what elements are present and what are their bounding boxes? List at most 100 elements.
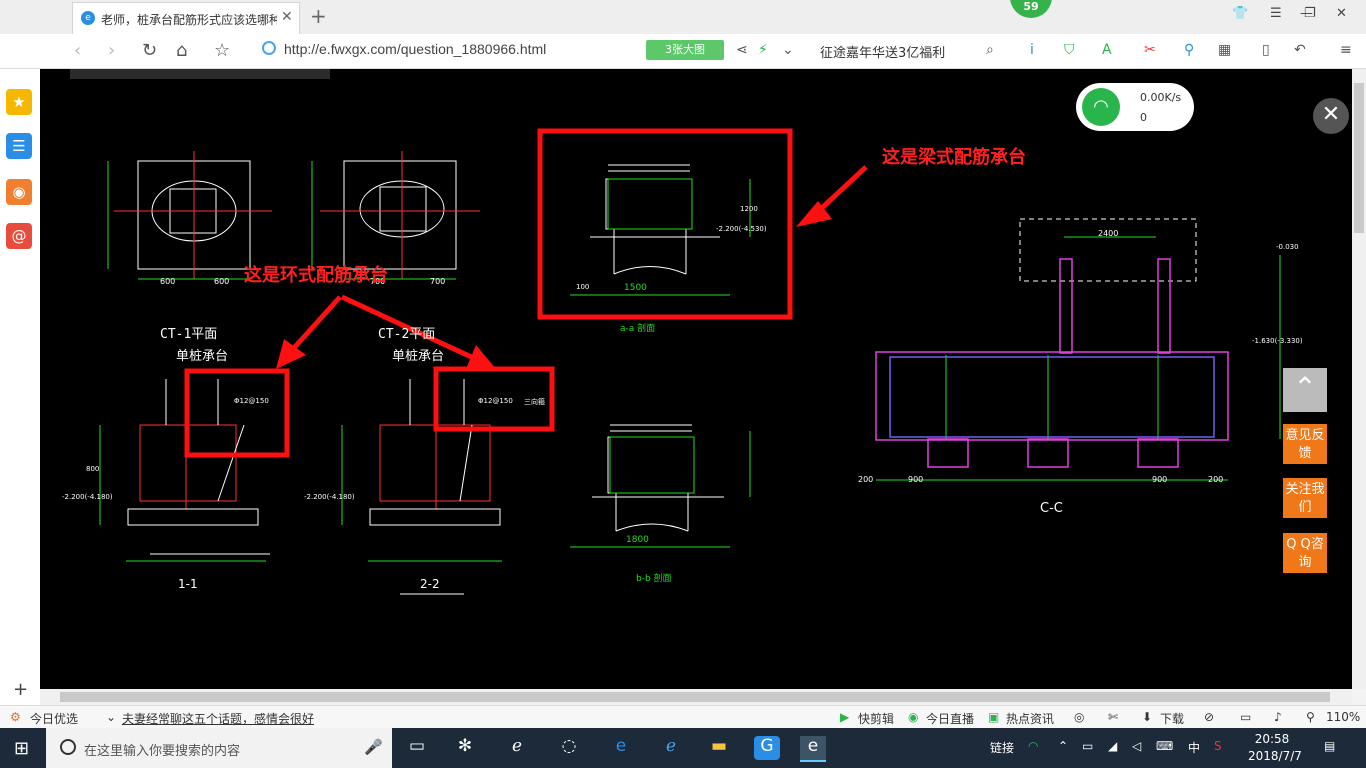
spiral-icon[interactable]: ◌ [556, 736, 582, 760]
rebar-label-2: Φ12@150 [478, 397, 513, 405]
maximize-icon[interactable]: ❐ [1304, 6, 1316, 21]
favorites-icon[interactable]: ★ [6, 89, 32, 115]
favorite-star-icon[interactable]: ☆ [214, 40, 230, 61]
search-placeholder: 在这里输入你要搜索的内容 [84, 744, 241, 759]
clock-time: 20:58 [1254, 732, 1290, 746]
volume-icon[interactable]: ♪ [1274, 710, 1282, 724]
block-icon[interactable]: ⊘ [1204, 710, 1214, 724]
back-icon[interactable]: ‹ [74, 40, 81, 61]
edge-e-icon[interactable]: ℯ [504, 736, 530, 760]
tray-chevron-icon[interactable]: ⌃ [1058, 739, 1068, 753]
dim-2400: 2400 [1098, 229, 1119, 238]
dim-1500: 1500 [624, 283, 647, 293]
news-label[interactable]: 今日优选 [30, 710, 78, 727]
download-link[interactable]: 下载 [1160, 710, 1184, 727]
kuaijianji-link[interactable]: 快剪辑 [858, 710, 894, 727]
dim-600-a: 600 [160, 277, 176, 286]
viewer-close-icon[interactable]: ✕ [1313, 98, 1349, 134]
hotnews-link[interactable]: 热点资讯 [1006, 710, 1054, 727]
sidebar-add-icon[interactable]: + [13, 679, 28, 700]
sogou-icon[interactable]: S [1214, 739, 1222, 753]
mail-icon[interactable]: @ [6, 223, 32, 249]
window-menu-icon[interactable]: ☰ [1270, 6, 1282, 21]
network-icon[interactable]: ◢ [1108, 739, 1117, 753]
window-icon[interactable]: ▭ [1240, 710, 1251, 724]
feedback-button[interactable]: 意见反馈 [1283, 424, 1327, 464]
tab-title: 老师，桩承台配筋形式应该选哪种 [101, 13, 277, 27]
dim-800: 800 [86, 465, 100, 473]
window-close-icon[interactable]: ✕ [1336, 6, 1347, 21]
magnifier-icon[interactable]: ⚲ [1184, 42, 1194, 58]
360-browser-icon[interactable]: e [800, 736, 826, 762]
app-icon[interactable]: i [1030, 42, 1034, 58]
news-headline[interactable]: 夫妻经常聊这五个话题，感情会很好 [122, 710, 314, 727]
refresh-icon[interactable]: ↻ [142, 40, 157, 61]
news-icon: ⚙ [10, 710, 21, 724]
back-to-top-icon[interactable]: ⌃ [1283, 368, 1327, 412]
browser-tab[interactable]: e 老师，桩承台配筋形式应该选哪种 ✕ [72, 2, 300, 34]
search-icon[interactable]: ⌕ [986, 42, 994, 58]
scissors-icon[interactable]: ✂ [1144, 42, 1156, 58]
edge-browser-icon[interactable]: e [608, 736, 634, 760]
ime-indicator[interactable]: 中 [1188, 739, 1200, 756]
network-speed-widget[interactable]: ◠ 0.00K/s 0 [1076, 83, 1194, 131]
phone-icon[interactable]: ▯ [1262, 42, 1270, 58]
speed-mode-icon[interactable]: ⚡ [758, 42, 768, 58]
url-field[interactable]: http://e.fwxgx.com/question_1880966.html [262, 38, 642, 62]
grid-icon[interactable]: ▦ [1218, 42, 1231, 58]
horizontal-scroll-thumb[interactable] [60, 692, 1330, 702]
search-promo[interactable]: 征途嘉年华送3亿福利 [820, 42, 945, 61]
net-speed: 0.00K/s [1140, 91, 1182, 104]
system-clock[interactable]: 20:58 2018/7/7 [1248, 731, 1302, 765]
action-center-icon[interactable]: ▤ [1324, 739, 1335, 753]
undo-icon[interactable]: ↶ [1294, 42, 1306, 58]
skin-icon[interactable]: 👕 [1232, 6, 1248, 21]
translate-icon[interactable]: A [1102, 42, 1112, 58]
windows-start-icon[interactable]: ⊞ [14, 738, 29, 759]
clock-date: 2018/7/7 [1248, 749, 1302, 763]
share-icon[interactable]: ⋖ [736, 42, 748, 58]
reading-list-icon[interactable]: ☰ [6, 133, 32, 159]
tray-wifi-icon[interactable]: ◠ [1028, 739, 1038, 753]
rebar-label-3: 三向箍 [524, 398, 545, 406]
menu-icon[interactable]: ≡ [1340, 42, 1352, 58]
big-image-button[interactable]: 3张大图 [646, 40, 724, 60]
section-1-1-label: 1-1 [178, 577, 198, 591]
status-bar: ⚙ 今日优选 ⌄ 夫妻经常聊这五个话题，感情会很好 ▶ 快剪辑 ◉ 今日直播 ▣… [0, 705, 1366, 729]
vertical-scroll-thumb[interactable] [1354, 83, 1364, 233]
tab-close-icon[interactable]: ✕ [281, 9, 293, 25]
site-security-icon [262, 41, 276, 55]
chevron-down-icon[interactable]: ⌄ [782, 42, 794, 58]
zoom-level[interactable]: 110% [1326, 710, 1360, 724]
follow-us-button[interactable]: 关注我们 [1283, 478, 1327, 518]
tools-icon[interactable]: ✄ [1108, 710, 1118, 724]
keyboard-icon[interactable]: ⌨ [1156, 739, 1173, 753]
file-explorer-icon[interactable]: ▬ [706, 736, 732, 760]
new-tab-icon[interactable]: + [310, 4, 327, 28]
shield-icon[interactable]: ⛉ [1064, 42, 1075, 58]
microphone-icon[interactable]: 🎤 [364, 738, 383, 756]
compass-icon[interactable]: ◎ [1074, 710, 1084, 724]
forward-icon[interactable]: › [108, 40, 115, 61]
horizontal-scrollbar[interactable] [40, 689, 1352, 705]
link-label[interactable]: 链接 [990, 739, 1014, 756]
dim-900-b: 900 [1152, 475, 1168, 484]
ring-type-annotation: 这是环式配筋承台 [244, 265, 388, 286]
taskbar-search[interactable]: 在这里输入你要搜索的内容 🎤 [46, 728, 392, 768]
dim-700-b: 700 [430, 277, 446, 286]
address-bar: ‹ › ↻ ⌂ ☆ http://e.fwxgx.com/question_18… [0, 34, 1366, 69]
battery-icon[interactable]: ▭ [1082, 739, 1093, 753]
home-icon[interactable]: ⌂ [176, 40, 187, 61]
chevron-icon: ⌄ [106, 710, 117, 724]
task-view-icon[interactable]: ▭ [404, 736, 430, 760]
weibo-icon[interactable]: ◉ [6, 179, 32, 205]
section-aa-label: a-a 剖面 [620, 324, 656, 334]
speaker-icon[interactable]: ◁ [1132, 739, 1141, 753]
qq-consult-button[interactable]: Q Q咨询 [1283, 533, 1327, 573]
pinwheel-icon[interactable]: ✻ [452, 736, 478, 760]
section-bb-label: b-b 剖面 [636, 574, 672, 584]
ie-icon[interactable]: ℯ [658, 736, 684, 760]
browser-g-icon[interactable]: G [754, 736, 780, 760]
live-link[interactable]: 今日直播 [926, 710, 974, 727]
vertical-scrollbar[interactable] [1352, 69, 1366, 689]
